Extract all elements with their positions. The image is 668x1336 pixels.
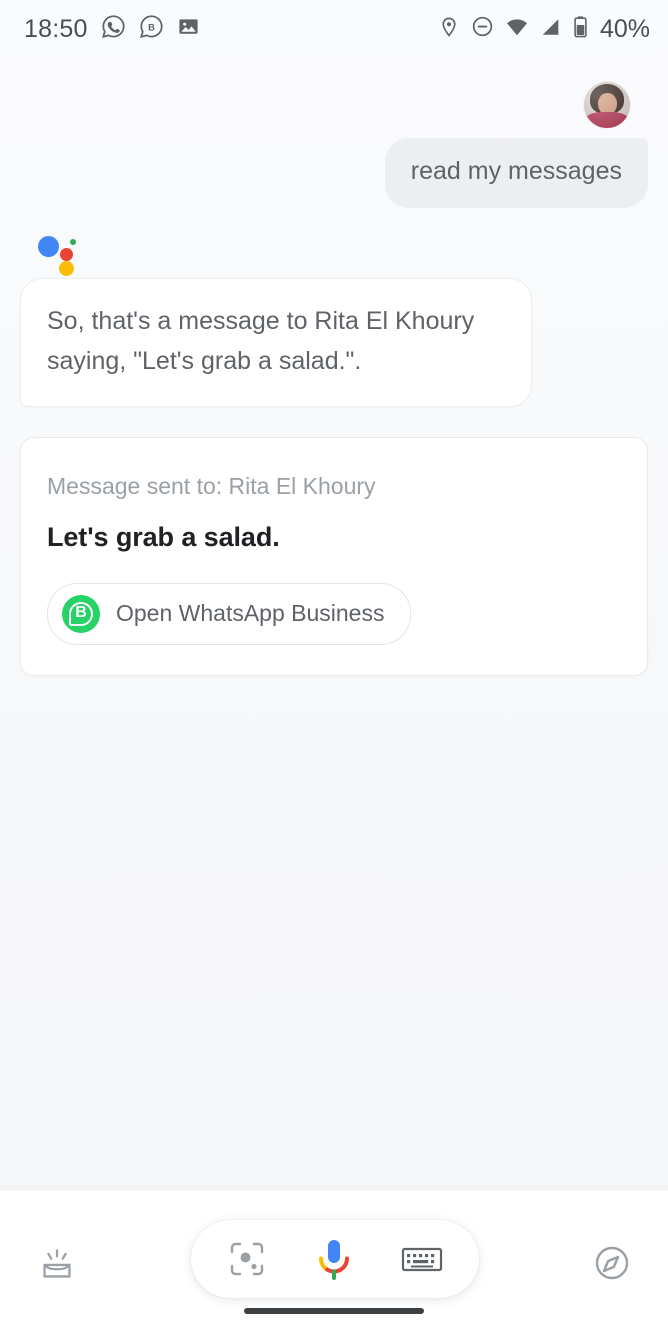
gesture-navigation-bar[interactable] — [244, 1308, 424, 1314]
avatar-row — [20, 82, 648, 128]
google-mic-icon[interactable] — [313, 1236, 355, 1282]
whatsapp-business-icon: B — [62, 595, 100, 633]
whatsapp-icon — [101, 14, 126, 44]
message-recipient-label: Message sent to: Rita El Khoury — [47, 472, 621, 502]
assistant-dot-blue — [38, 236, 59, 257]
message-body-text: Let's grab a salad. — [47, 522, 621, 553]
avatar-shade — [584, 82, 630, 128]
conversation-area: read my messages So, that's a message to… — [0, 58, 668, 1189]
bottom-bar — [0, 1189, 668, 1336]
keyboard-icon[interactable] — [401, 1243, 443, 1275]
do-not-disturb-icon — [471, 15, 494, 43]
status-bar-left: 18:50 B — [24, 14, 200, 44]
message-result-card[interactable]: Message sent to: Rita El Khoury Let's gr… — [20, 437, 648, 676]
whatsapp-business-badge-letter: B — [62, 595, 100, 633]
user-message-bubble[interactable]: read my messages — [385, 138, 648, 208]
status-bar: 18:50 B — [0, 0, 668, 58]
google-lens-icon[interactable] — [227, 1239, 267, 1279]
assistant-dot-green — [70, 239, 76, 245]
whatsapp-business-icon: B — [139, 14, 164, 44]
assistant-screen: 18:50 B — [0, 0, 668, 1336]
assistant-message-bubble: So, that's a message to Rita El Khoury s… — [20, 278, 532, 407]
explore-compass-icon[interactable] — [590, 1241, 634, 1285]
avatar[interactable] — [584, 82, 630, 128]
battery-percent-label: 40% — [600, 15, 650, 44]
open-whatsapp-business-button[interactable]: B Open WhatsApp Business — [47, 583, 411, 645]
user-message-row: read my messages — [20, 138, 648, 208]
svg-text:B: B — [148, 23, 155, 33]
photo-icon — [177, 15, 200, 43]
wifi-icon — [505, 15, 529, 44]
status-bar-right: 40% — [438, 15, 650, 44]
open-whatsapp-business-label: Open WhatsApp Business — [116, 600, 384, 627]
assistant-snapshot-icon[interactable] — [34, 1240, 80, 1286]
assistant-input-pill — [191, 1220, 479, 1298]
assistant-dot-red — [60, 248, 73, 261]
assistant-dot-yellow — [59, 261, 74, 276]
google-assistant-logo — [38, 234, 82, 270]
location-icon — [438, 16, 460, 43]
assistant-response-block: So, that's a message to Rita El Khoury s… — [20, 234, 648, 407]
status-clock: 18:50 — [24, 15, 88, 44]
cellular-signal-icon — [540, 16, 562, 43]
battery-icon — [573, 15, 588, 44]
